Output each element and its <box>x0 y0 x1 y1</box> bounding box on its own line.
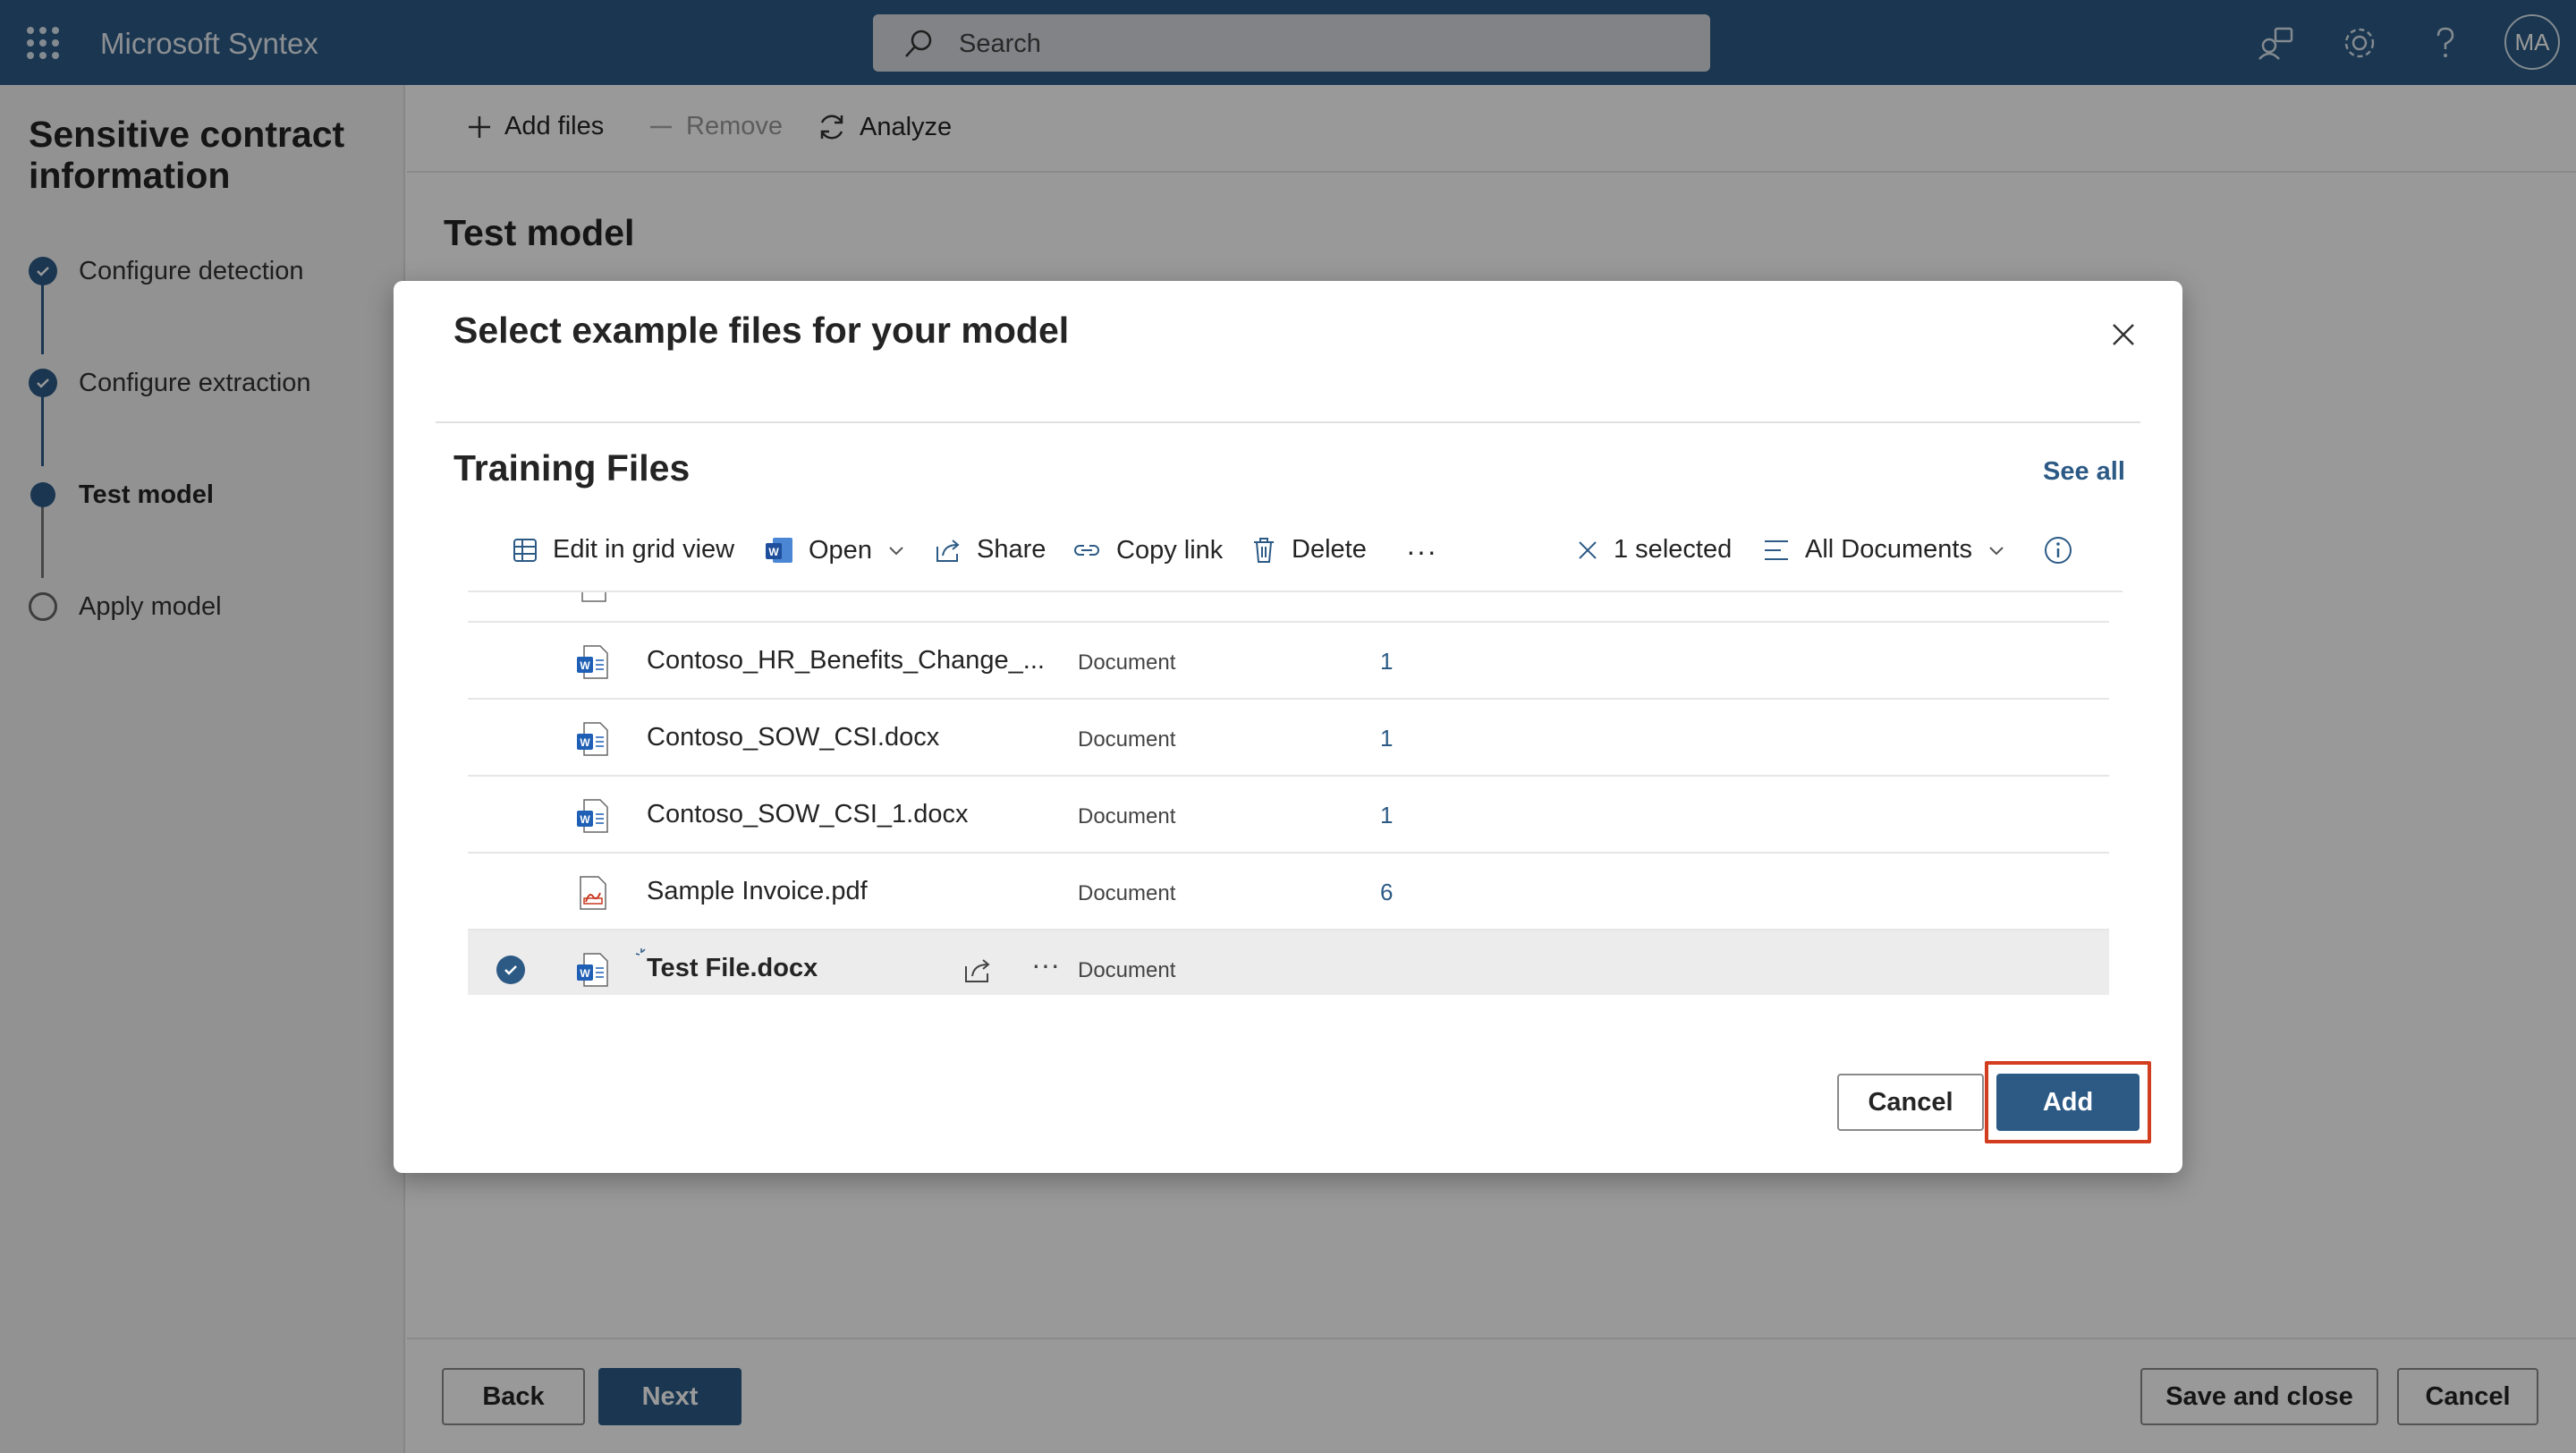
word-icon: W <box>577 953 608 987</box>
file-count: 6 <box>1380 879 1394 905</box>
svg-text:W: W <box>580 967 590 980</box>
library-title: Training Files <box>453 447 691 489</box>
more-icon: ··· <box>1406 535 1437 567</box>
file-type: Document <box>1078 804 1176 828</box>
file-name[interactable]: Contoso_SOW_CSI.docx <box>647 723 939 752</box>
dialog-divider <box>436 421 2140 423</box>
word-icon: W <box>577 722 608 756</box>
share-icon[interactable] <box>962 954 994 986</box>
checkmark-icon <box>504 965 517 975</box>
grid-icon <box>513 538 537 562</box>
file-type: Document <box>1078 650 1176 675</box>
selected-count: 1 selected <box>1614 535 1733 564</box>
copy-link-button[interactable]: Copy link <box>1072 535 1223 565</box>
file-type: Document <box>1078 881 1176 905</box>
chevron-down-icon <box>1989 546 2004 555</box>
share-icon <box>936 539 960 562</box>
open-button[interactable]: W Open <box>764 535 906 565</box>
dialog-title: Select example files for your model <box>453 310 1070 351</box>
word-icon: W <box>766 538 792 563</box>
edit-grid-view-button[interactable]: Edit in grid view <box>512 535 734 565</box>
file-name[interactable]: Contoso_HR_Benefits_Change_... <box>647 646 1045 676</box>
view-switcher[interactable]: All Documents <box>1762 535 2006 565</box>
pdf-icon <box>580 876 606 910</box>
trash-icon <box>1254 537 1274 563</box>
word-icon: W <box>577 645 608 679</box>
delete-button[interactable]: Delete <box>1250 535 1367 565</box>
table-row-selected[interactable]: W Test File.docx ··· Document <box>468 930 2109 995</box>
clear-selection-button[interactable]: 1 selected <box>1576 535 1732 565</box>
delete-label: Delete <box>1292 535 1367 564</box>
file-count: 1 <box>1380 648 1394 675</box>
word-icon: W <box>577 799 608 833</box>
row-checkbox-checked[interactable] <box>496 956 525 984</box>
copy-link-label: Copy link <box>1116 535 1224 565</box>
see-all-link[interactable]: See all <box>2043 457 2125 487</box>
close-icon <box>1579 540 1597 559</box>
more-actions-button[interactable]: ··· <box>1406 535 1437 568</box>
table-row[interactable] <box>468 592 2109 623</box>
share-button[interactable]: Share <box>934 535 1046 565</box>
dialog-cancel-button[interactable]: Cancel <box>1837 1074 1984 1131</box>
file-list: W Contoso_HR_Benefits_Change_... Documen… <box>468 592 2109 995</box>
library-toolbar: Edit in grid view W Open Share Copy link… <box>394 523 2182 580</box>
svg-text:W: W <box>580 659 590 672</box>
table-row[interactable]: W Contoso_HR_Benefits_Change_... Documen… <box>468 623 2109 700</box>
table-row[interactable]: W Contoso_SOW_CSI.docx Document 1 <box>468 700 2109 777</box>
view-list-icon <box>1765 540 1788 560</box>
row-more-icon[interactable]: ··· <box>1031 948 1063 981</box>
svg-text:W: W <box>580 813 590 826</box>
view-label: All Documents <box>1805 535 1972 564</box>
word-icon <box>581 592 606 602</box>
file-count: 1 <box>1380 725 1394 752</box>
file-count: 1 <box>1380 802 1394 828</box>
open-label: Open <box>809 535 872 565</box>
file-type: Document <box>1078 727 1176 752</box>
chevron-down-icon <box>889 547 903 556</box>
info-button[interactable] <box>2043 535 2088 565</box>
info-icon <box>2045 537 2072 564</box>
file-name[interactable]: Sample Invoice.pdf <box>647 877 868 906</box>
select-files-dialog: Select example files for your model Trai… <box>394 281 2182 1173</box>
file-name[interactable]: Contoso_SOW_CSI_1.docx <box>647 800 968 829</box>
close-icon[interactable] <box>2109 320 2138 349</box>
add-button[interactable]: Add <box>1996 1074 2140 1131</box>
table-row[interactable]: W Contoso_SOW_CSI_1.docx Document 1 <box>468 777 2109 854</box>
edit-grid-view-label: Edit in grid view <box>553 535 735 564</box>
link-icon <box>1074 545 1099 556</box>
file-type: Document <box>1078 958 1176 982</box>
svg-text:W: W <box>768 546 779 558</box>
svg-text:W: W <box>580 736 590 749</box>
table-row[interactable]: Sample Invoice.pdf Document 6 <box>468 854 2109 930</box>
share-label: Share <box>977 535 1046 564</box>
file-name[interactable]: Test File.docx <box>647 954 818 983</box>
